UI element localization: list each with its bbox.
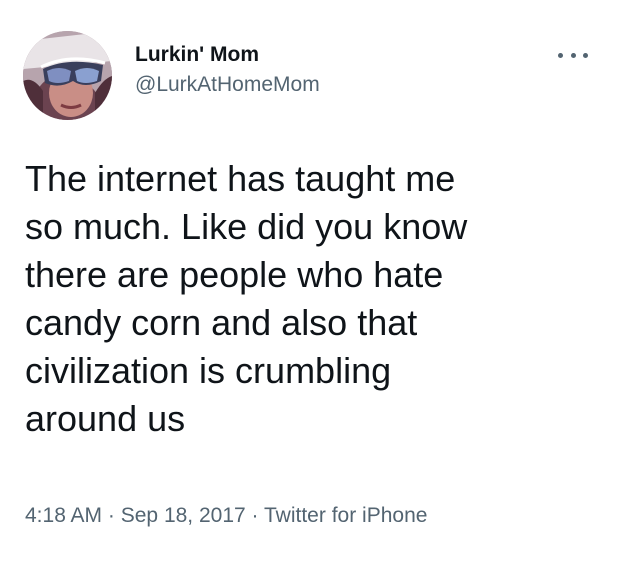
avatar[interactable] <box>23 31 112 120</box>
more-horizontal-icon[interactable] <box>558 48 588 62</box>
meta-separator: · <box>251 504 259 527</box>
tweet-author: Lurkin' Mom @LurkAtHomeMom <box>135 42 320 98</box>
tweet-source[interactable]: Twitter for iPhone <box>264 504 427 527</box>
avatar-image <box>23 31 112 120</box>
tweet-text: The internet has taught me so much. Like… <box>25 158 468 439</box>
display-name[interactable]: Lurkin' Mom <box>135 42 320 68</box>
tweet-card: Lurkin' Mom @LurkAtHomeMom The internet … <box>0 0 618 562</box>
tweet-time[interactable]: 4:18 AM <box>25 504 102 527</box>
more-dot <box>570 52 576 58</box>
more-dot <box>558 52 563 58</box>
meta-separator: · <box>107 504 115 527</box>
tweet-date[interactable]: Sep 18, 2017 <box>121 504 246 527</box>
more-dot <box>583 52 588 58</box>
tweet-meta: 4:18 AM · Sep 18, 2017 · Twitter for iPh… <box>25 502 427 530</box>
user-handle[interactable]: @LurkAtHomeMom <box>135 72 320 98</box>
